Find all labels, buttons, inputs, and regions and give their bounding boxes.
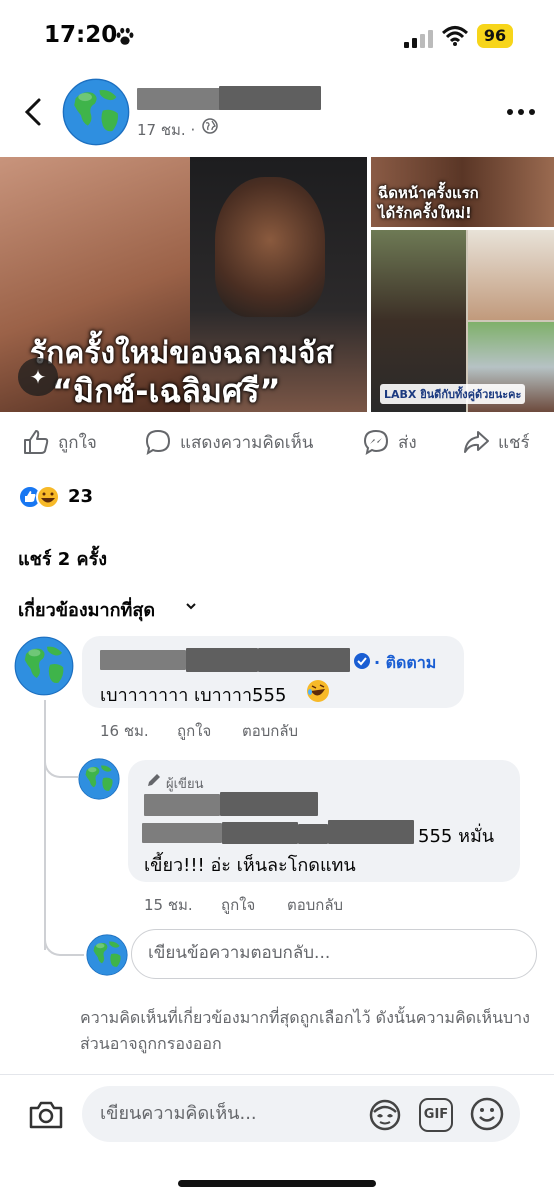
- reply-text-line-2: เขี้ยว!!! อ่ะ เห็นละโกดแทน: [144, 855, 356, 876]
- side-photo-portrait: [468, 230, 554, 320]
- battery-indicator: 96: [477, 24, 513, 48]
- share-count[interactable]: แชร์ 2 ครั้ง: [18, 544, 107, 573]
- comment-like-button[interactable]: ถูกใจ: [177, 719, 211, 743]
- send-button[interactable]: ส่ง: [362, 428, 417, 456]
- page-name-redacted[interactable]: [137, 88, 221, 110]
- back-icon[interactable]: [22, 97, 44, 127]
- comment-text: เบาาาาาาา เบาาาา555: [100, 685, 287, 706]
- verified-icon: [354, 653, 370, 669]
- reaction-count[interactable]: 23: [68, 486, 93, 507]
- follow-link[interactable]: · ติดตาม: [374, 651, 436, 676]
- comment-input[interactable]: เขียนความคิดเห็น...: [82, 1086, 520, 1142]
- my-avatar: [86, 934, 128, 976]
- reaction-icons[interactable]: [18, 485, 68, 509]
- comment-icon: [145, 429, 171, 456]
- share-icon: [464, 431, 489, 453]
- signal-icon: [404, 30, 433, 48]
- comment-reply-button[interactable]: ตอบกลับ: [242, 719, 298, 743]
- comment-sort-dropdown[interactable]: เกี่ยวข้องมากที่สุด: [18, 595, 155, 624]
- author-badge: ผู้เขียน: [166, 777, 204, 792]
- reply-text-redacted-2: [222, 822, 298, 844]
- filter-note: ความคิดเห็นที่เกี่ยวข้องมากที่สุดถูกเลือ…: [80, 1008, 530, 1053]
- globe-icon: [202, 118, 218, 134]
- messenger-icon: [363, 429, 389, 456]
- reply-like-button[interactable]: ถูกใจ: [221, 893, 255, 917]
- like-button[interactable]: ถูกใจ: [22, 428, 97, 456]
- sparkle-icon[interactable]: ✦: [18, 358, 58, 396]
- reply-reply-button[interactable]: ตอบกลับ: [287, 893, 343, 917]
- camera-icon[interactable]: [28, 1100, 64, 1130]
- chevron-down-icon[interactable]: [185, 601, 197, 611]
- share-button[interactable]: แชร์: [462, 428, 530, 456]
- send-label: ส่ง: [398, 432, 417, 453]
- post-time: 17 ชม. ·: [137, 121, 196, 139]
- comment-time: 16 ชม.: [100, 722, 149, 740]
- commenter-name-redacted-2[interactable]: [186, 648, 258, 672]
- like-label: ถูกใจ: [58, 432, 97, 453]
- comment-button[interactable]: แสดงความคิดเห็น: [144, 428, 313, 456]
- commenter-avatar[interactable]: [14, 636, 74, 696]
- image-caption-line-2: “มิกซ์-เฉลิมศรี”: [52, 372, 281, 410]
- home-indicator: [178, 1180, 376, 1187]
- paw-icon: [116, 27, 134, 45]
- reply-text-redacted: [142, 823, 222, 843]
- avatar-sticker-icon[interactable]: [368, 1098, 402, 1132]
- like-icon: [24, 430, 49, 454]
- page-name-redacted-2[interactable]: [219, 86, 321, 110]
- reply-text-line-1: 555 หมั่น: [418, 826, 495, 847]
- image-shirt-portrait: [215, 177, 325, 317]
- smile-icon[interactable]: [469, 1096, 505, 1132]
- reply-text-redacted-4: [328, 820, 414, 844]
- page-avatar[interactable]: [62, 78, 130, 146]
- reply-input[interactable]: เขียนข้อความตอบกลับ...: [131, 929, 537, 979]
- reply-connector: [44, 748, 78, 778]
- comment-label: แสดงความคิดเห็น: [180, 432, 314, 453]
- more-icon[interactable]: [506, 108, 536, 116]
- reply-text-redacted-3: [298, 824, 328, 844]
- author-avatar[interactable]: [78, 758, 120, 800]
- share-label: แชร์: [498, 432, 530, 453]
- author-name-redacted[interactable]: [144, 794, 220, 816]
- status-time: 17:20: [44, 22, 118, 48]
- commenter-name-redacted-3[interactable]: [258, 648, 350, 672]
- side-caption-3: LABX ยินดีกับทั้งคู่ด้วยนะคะ: [380, 384, 526, 404]
- commenter-name-redacted[interactable]: [100, 650, 186, 670]
- laugh-emoji-icon: [307, 680, 329, 702]
- wifi-icon: [442, 26, 468, 46]
- side-caption-2: ได้รักครั้งใหม่!: [378, 204, 472, 222]
- reply-thread-line: [44, 700, 80, 950]
- pen-icon: [148, 774, 160, 786]
- reply-input-connector: [44, 920, 84, 956]
- author-name-redacted-2[interactable]: [220, 792, 318, 816]
- gif-icon[interactable]: GIF: [419, 1098, 453, 1132]
- reply-time: 15 ชม.: [144, 896, 193, 914]
- bottom-divider: [0, 1074, 554, 1075]
